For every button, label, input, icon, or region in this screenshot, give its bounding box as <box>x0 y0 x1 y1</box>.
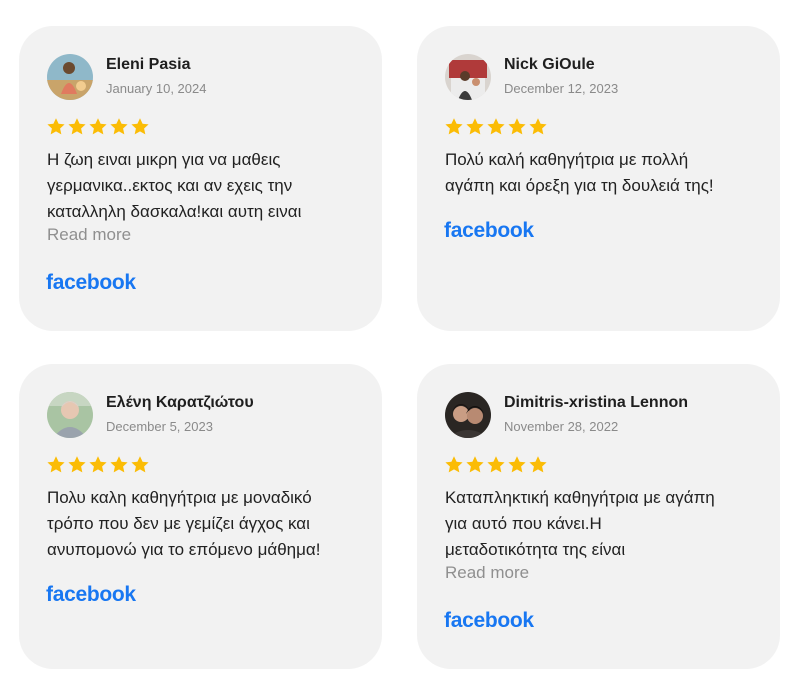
star-icon <box>465 455 485 475</box>
reviewer-name[interactable]: Nick GiOule <box>504 56 595 74</box>
avatar[interactable] <box>445 54 491 100</box>
star-rating <box>444 117 548 137</box>
review-card: Ελένη Καρατζιώτου December 5, 2023 Πολυ … <box>19 364 382 669</box>
review-date: December 12, 2023 <box>504 81 619 96</box>
star-icon <box>507 117 527 137</box>
review-text: Πολυ καλη καθηγήτρια με μοναδικό τρόπο π… <box>47 485 367 563</box>
review-card: Nick GiOule December 12, 2023 Πολύ καλή … <box>417 26 780 331</box>
star-icon <box>528 117 548 137</box>
review-text: Πολύ καλή καθηγήτρια με πολλή αγάπη και … <box>445 147 765 199</box>
read-more-link[interactable]: Read more <box>47 225 131 245</box>
star-icon <box>486 455 506 475</box>
star-icon <box>465 117 485 137</box>
review-text-line: Η ζωη ειναι μικρη για να μαθεις <box>47 150 281 169</box>
facebook-logo[interactable]: facebook <box>444 609 534 633</box>
review-date: November 28, 2022 <box>504 419 619 434</box>
reviewer-name[interactable]: Ελένη Καρατζιώτου <box>106 394 254 412</box>
review-text-line: για αυτό που κάνει.Η <box>445 514 602 533</box>
review-text-line: Πολύ καλή καθηγήτρια με πολλή <box>445 150 689 169</box>
star-icon <box>528 455 548 475</box>
review-card: Eleni Pasia January 10, 2024 Η ζωη ειναι… <box>19 26 382 331</box>
review-date: January 10, 2024 <box>106 81 207 96</box>
star-icon <box>67 455 87 475</box>
star-icon <box>88 117 108 137</box>
review-text: Καταπληκτική καθηγήτρια με αγάπη για αυτ… <box>445 485 765 563</box>
read-more-link[interactable]: Read more <box>445 563 529 583</box>
star-icon <box>67 117 87 137</box>
star-rating <box>46 455 150 475</box>
star-icon <box>46 117 66 137</box>
star-icon <box>130 455 150 475</box>
star-rating <box>444 455 548 475</box>
review-card: Dimitris-xristina Lennon November 28, 20… <box>417 364 780 669</box>
review-text-line: γερμανικα..εκτος και αν εχεις την <box>47 176 293 195</box>
star-icon <box>109 455 129 475</box>
star-icon <box>46 455 66 475</box>
review-text-line: αγάπη και όρεξη για τη δουλειά της! <box>445 176 714 195</box>
star-icon <box>444 455 464 475</box>
avatar[interactable] <box>47 392 93 438</box>
reviewer-name[interactable]: Eleni Pasia <box>106 56 191 74</box>
star-icon <box>444 117 464 137</box>
avatar[interactable] <box>47 54 93 100</box>
review-text-line: καταλληλη δασκαλα!και αυτη ειναι <box>47 202 302 221</box>
review-text-line: τρόπο που δεν με γεμίζει άγχος και <box>47 514 310 533</box>
review-date: December 5, 2023 <box>106 419 213 434</box>
review-text-line: Καταπληκτική καθηγήτρια με αγάπη <box>445 488 715 507</box>
star-rating <box>46 117 150 137</box>
star-icon <box>507 455 527 475</box>
facebook-logo[interactable]: facebook <box>46 583 136 607</box>
star-icon <box>486 117 506 137</box>
star-icon <box>109 117 129 137</box>
review-text-line: Πολυ καλη καθηγήτρια με μοναδικό <box>47 488 312 507</box>
facebook-logo[interactable]: facebook <box>444 219 534 243</box>
star-icon <box>130 117 150 137</box>
star-icon <box>88 455 108 475</box>
review-text-line: μεταδοτικότητα της είναι <box>445 540 626 559</box>
facebook-logo[interactable]: facebook <box>46 271 136 295</box>
review-text: Η ζωη ειναι μικρη για να μαθεις γερμανικ… <box>47 147 367 225</box>
reviewer-name[interactable]: Dimitris-xristina Lennon <box>504 394 688 412</box>
avatar[interactable] <box>445 392 491 438</box>
review-text-line: ανυπομονώ για το επόμενο μάθημα! <box>47 540 321 559</box>
